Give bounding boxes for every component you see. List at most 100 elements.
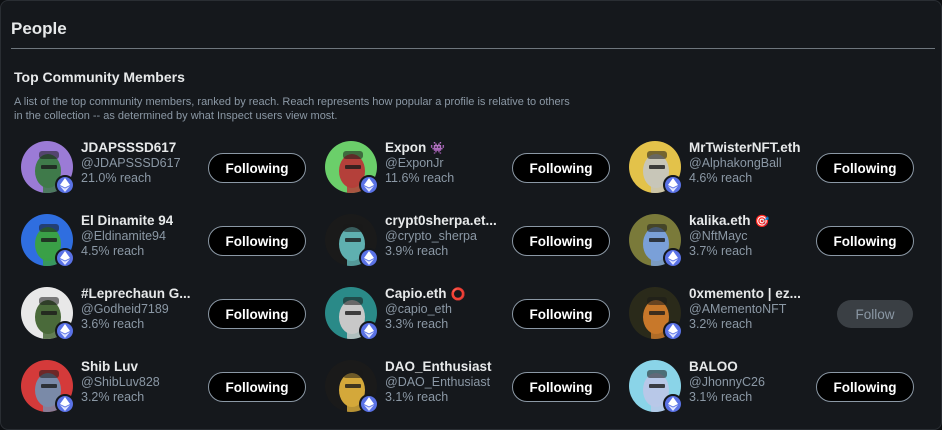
ethereum-icon (359, 175, 379, 195)
member-reach: 3.9% reach (385, 244, 449, 258)
name-emoji: ⭕ (450, 287, 466, 301)
following-button[interactable]: Following (816, 226, 914, 256)
following-button[interactable]: Following (208, 299, 306, 329)
member-handle[interactable]: @Eldinamite94 (81, 229, 209, 244)
member-name[interactable]: Capio.eth (385, 286, 447, 302)
ethereum-icon (359, 394, 379, 414)
member-card: El Dinamite 94 @Eldinamite94 4.5% reach … (21, 210, 321, 276)
name-row: JDAPSSSD617 (81, 140, 209, 156)
member-info: BALOO @JhonnyC26 3.1% reach (689, 359, 817, 405)
member-handle[interactable]: @DAO_Enthusiast (385, 375, 513, 390)
member-info: DAO_Enthusiast @DAO_Enthusiast 3.1% reac… (385, 359, 513, 405)
member-card: Expon 👾 @ExponJr 11.6% reach Following (325, 137, 625, 203)
name-row: Shib Luv (81, 359, 209, 375)
member-avatar-wrap[interactable] (629, 214, 685, 270)
member-avatar-wrap[interactable] (21, 214, 77, 270)
member-name[interactable]: Expon (385, 140, 426, 156)
name-emoji: 👾 (430, 141, 446, 155)
member-handle[interactable]: @AlphakongBall (689, 156, 817, 171)
name-row: kalika.eth 🎯 (689, 213, 817, 229)
member-info: Shib Luv @ShibLuv828 3.2% reach (81, 359, 209, 405)
following-button[interactable]: Following (512, 372, 610, 402)
ethereum-icon (55, 248, 75, 268)
member-name[interactable]: Shib Luv (81, 359, 138, 375)
following-button[interactable]: Following (512, 153, 610, 183)
member-card: Capio.eth ⭕ @capio_eth 3.3% reach Follow… (325, 283, 625, 349)
ethereum-icon (663, 394, 683, 414)
member-name[interactable]: DAO_Enthusiast (385, 359, 492, 375)
member-handle[interactable]: @crypto_sherpa (385, 229, 513, 244)
following-button[interactable]: Following (208, 153, 306, 183)
member-card: 0xmemento | ez... @AMementoNFT 3.2% reac… (629, 283, 929, 349)
name-row: BALOO (689, 359, 817, 375)
following-button[interactable]: Following (816, 153, 914, 183)
following-button[interactable]: Following (208, 372, 306, 402)
member-avatar-wrap[interactable] (629, 360, 685, 416)
member-reach: 3.2% reach (81, 390, 145, 404)
member-info: JDAPSSSD617 @JDAPSSSD617 21.0% reach (81, 140, 209, 186)
member-info: 0xmemento | ez... @AMementoNFT 3.2% reac… (689, 286, 817, 332)
member-name[interactable]: MrTwisterNFT.eth (689, 140, 801, 156)
member-avatar-wrap[interactable] (629, 141, 685, 197)
member-reach: 21.0% reach (81, 171, 152, 185)
name-row: Capio.eth ⭕ (385, 286, 513, 302)
name-row: DAO_Enthusiast (385, 359, 513, 375)
section-title: Top Community Members (14, 69, 185, 85)
member-handle[interactable]: @capio_eth (385, 302, 513, 317)
member-avatar-wrap[interactable] (629, 287, 685, 343)
name-row: #Leprechaun G... (81, 286, 209, 302)
ethereum-icon (359, 321, 379, 341)
panel-title: People (11, 19, 67, 38)
member-handle[interactable]: @ShibLuv828 (81, 375, 209, 390)
member-card: MrTwisterNFT.eth @AlphakongBall 4.6% rea… (629, 137, 929, 203)
member-avatar-wrap[interactable] (21, 141, 77, 197)
name-row: crypt0sherpa.et... (385, 213, 513, 229)
divider (11, 48, 935, 49)
member-reach: 3.7% reach (689, 244, 753, 258)
member-name[interactable]: kalika.eth (689, 213, 751, 229)
member-reach: 3.2% reach (689, 317, 753, 331)
member-handle[interactable]: @ExponJr (385, 156, 513, 171)
following-button[interactable]: Following (208, 226, 306, 256)
member-avatar-wrap[interactable] (325, 141, 381, 197)
member-name[interactable]: 0xmemento | ez... (689, 286, 801, 302)
member-grid: JDAPSSSD617 @JDAPSSSD617 21.0% reach Fol… (21, 137, 921, 417)
member-card: #Leprechaun G... @Godheid7189 3.6% reach… (21, 283, 321, 349)
member-reach: 3.6% reach (81, 317, 145, 331)
following-button[interactable]: Following (512, 226, 610, 256)
member-avatar-wrap[interactable] (325, 360, 381, 416)
member-name[interactable]: crypt0sherpa.et... (385, 213, 497, 229)
member-info: El Dinamite 94 @Eldinamite94 4.5% reach (81, 213, 209, 259)
member-reach: 4.6% reach (689, 171, 753, 185)
member-avatar-wrap[interactable] (325, 287, 381, 343)
ethereum-icon (55, 394, 75, 414)
member-card: BALOO @JhonnyC26 3.1% reach Following (629, 356, 929, 422)
member-name[interactable]: JDAPSSSD617 (81, 140, 176, 156)
ethereum-icon (663, 321, 683, 341)
following-button[interactable]: Following (512, 299, 610, 329)
member-name[interactable]: BALOO (689, 359, 738, 375)
name-row: Expon 👾 (385, 140, 513, 156)
member-info: Expon 👾 @ExponJr 11.6% reach (385, 140, 513, 186)
member-avatar-wrap[interactable] (21, 287, 77, 343)
member-info: kalika.eth 🎯 @NftMayc 3.7% reach (689, 213, 817, 259)
member-avatar-wrap[interactable] (21, 360, 77, 416)
member-reach: 3.1% reach (689, 390, 753, 404)
people-panel: People Top Community Members A list of t… (0, 0, 942, 430)
member-handle[interactable]: @NftMayc (689, 229, 817, 244)
ethereum-icon (55, 175, 75, 195)
member-handle[interactable]: @AMementoNFT (689, 302, 817, 317)
member-handle[interactable]: @JDAPSSSD617 (81, 156, 209, 171)
ethereum-icon (663, 175, 683, 195)
member-card: Shib Luv @ShibLuv828 3.2% reach Followin… (21, 356, 321, 422)
member-reach: 3.3% reach (385, 317, 449, 331)
member-handle[interactable]: @Godheid7189 (81, 302, 209, 317)
following-button[interactable]: Following (816, 372, 914, 402)
ethereum-icon (663, 248, 683, 268)
follow-button[interactable]: Follow (837, 300, 913, 328)
member-name[interactable]: #Leprechaun G... (81, 286, 191, 302)
member-handle[interactable]: @JhonnyC26 (689, 375, 817, 390)
member-avatar-wrap[interactable] (325, 214, 381, 270)
member-name[interactable]: El Dinamite 94 (81, 213, 173, 229)
member-info: crypt0sherpa.et... @crypto_sherpa 3.9% r… (385, 213, 513, 259)
